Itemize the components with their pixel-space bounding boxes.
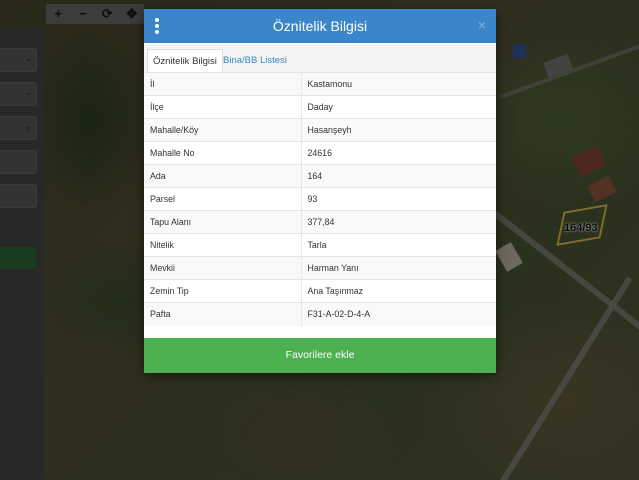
attr-value: F31-A-02-D-4-A [301, 302, 496, 326]
attr-key: Parsel [144, 187, 302, 211]
dialog-header: Öznitelik Bilgisi × [144, 9, 496, 43]
attr-key: Mahalle/Köy [144, 118, 302, 142]
attr-key: Nitelik [144, 233, 302, 257]
attr-value: 93 [301, 187, 496, 211]
attr-value: Kastamonu [301, 72, 496, 96]
tab-attribute-info[interactable]: Öznitelik Bilgisi [147, 49, 223, 72]
table-row: Pafta F31-A-02-D-4-A [144, 302, 496, 326]
attr-value: 164 [301, 164, 496, 188]
attr-key: Ada [144, 164, 302, 188]
table-row: Mahalle/Köy Hasanşeyh [144, 118, 496, 142]
attr-value: 377,84 [301, 210, 496, 234]
attribute-table: İl Kastamonu İlçe Daday Mahalle/Köy Hasanşe… [144, 72, 496, 326]
table-row: İlçe Daday [144, 95, 496, 119]
attr-value: Daday [301, 95, 496, 119]
add-to-favorites-button[interactable]: Favorilere ekle [144, 338, 496, 373]
attribute-info-dialog: Öznitelik Bilgisi × Öznitelik Bilgisi Bi… [144, 9, 496, 373]
close-icon[interactable]: × [478, 17, 486, 33]
attr-value: Hasanşeyh [301, 118, 496, 142]
table-row: Mevkii Harman Yanı [144, 256, 496, 280]
dialog-title: Öznitelik Bilgisi [272, 18, 368, 34]
attr-key: İl [144, 72, 302, 96]
attr-value: Harman Yanı [301, 256, 496, 280]
table-row: Ada 164 [144, 164, 496, 188]
table-row: Nitelik Tarla [144, 233, 496, 257]
dialog-tabs: Öznitelik Bilgisi Bina/BB Listesi [144, 44, 496, 72]
table-row: Tapu Alanı 377,84 [144, 210, 496, 234]
attr-key: Mevkii [144, 256, 302, 280]
tab-building-list[interactable]: Bina/BB Listesi [218, 49, 292, 72]
attr-key: Pafta [144, 302, 302, 326]
attr-value: Ana Taşınmaz [301, 279, 496, 303]
table-row: İl Kastamonu [144, 72, 496, 96]
table-row: Parsel 93 [144, 187, 496, 211]
attr-key: İlçe [144, 95, 302, 119]
attr-value: 24616 [301, 141, 496, 165]
table-row: Zemin Tip Ana Taşınmaz [144, 279, 496, 303]
table-row: Mahalle No 24616 [144, 141, 496, 165]
kebab-menu-icon[interactable] [154, 18, 160, 34]
attr-key: Zemin Tip [144, 279, 302, 303]
attr-value: Tarla [301, 233, 496, 257]
attr-key: Mahalle No [144, 141, 302, 165]
attr-key: Tapu Alanı [144, 210, 302, 234]
